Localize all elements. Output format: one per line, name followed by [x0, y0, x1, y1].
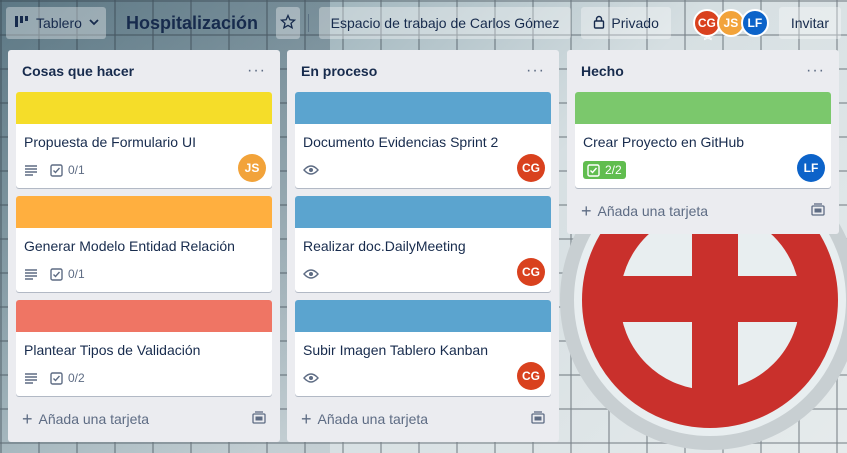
card-title: Crear Proyecto en GitHub [583, 134, 745, 150]
visibility-button[interactable]: Privado [581, 7, 671, 39]
card-title: Plantear Tipos de Validación [24, 342, 201, 358]
list-cosas-que-hacer: Cosas que hacer ··· Propuesta de Formula… [8, 50, 280, 442]
checklist-badge: 0/1 [50, 163, 85, 177]
checkbox-icon [50, 163, 63, 177]
card-title: Subir Imagen Tablero Kanban [303, 342, 488, 358]
list-menu-icon[interactable]: ··· [806, 62, 825, 80]
checkbox-icon [587, 163, 600, 177]
description-icon [24, 268, 38, 280]
star-button[interactable] [276, 7, 300, 39]
card-crear-proyecto[interactable]: Crear Proyecto en GitHub 2/2 LF [575, 92, 831, 188]
card-plantear-tipos[interactable]: Plantear Tipos de Validación 0/2 [16, 300, 272, 396]
card-cover [16, 300, 272, 332]
list-menu-icon[interactable]: ··· [247, 62, 266, 80]
board-view-switcher[interactable]: Tablero [6, 7, 106, 39]
chevron-down-icon [88, 15, 100, 31]
checklist-complete-badge: 2/2 [583, 161, 626, 179]
eye-icon [303, 268, 319, 280]
card-propuesta-formulario[interactable]: Propuesta de Formulario UI 0/1 JS [16, 92, 272, 188]
add-card-button[interactable]: + Añada una tarjeta [575, 196, 831, 226]
list-title[interactable]: Hecho [581, 63, 624, 79]
visibility-label: Privado [611, 15, 659, 31]
list-menu-icon[interactable]: ··· [526, 62, 545, 80]
card-member-avatar[interactable]: LF [797, 154, 825, 182]
lock-icon [593, 15, 605, 32]
template-card-icon[interactable] [252, 411, 266, 427]
checklist-badge: 0/2 [50, 371, 85, 385]
card-title: Documento Evidencias Sprint 2 [303, 134, 499, 150]
plus-icon: + [581, 201, 592, 221]
board-icon [14, 15, 30, 32]
checklist-badge: 0/1 [50, 267, 85, 281]
list-hecho: Hecho ··· Crear Proyecto en GitHub 2/2 L… [567, 50, 839, 234]
admin-chevron-icon: ︽ [703, 32, 712, 41]
board-header: Tablero Hospitalización Espacio de traba… [0, 0, 847, 46]
card-subir-imagen[interactable]: Subir Imagen Tablero Kanban CG [295, 300, 551, 396]
card-cover [295, 196, 551, 228]
card-member-avatar[interactable]: CG [517, 154, 545, 182]
card-member-avatar[interactable]: CG [517, 362, 545, 390]
description-icon [24, 372, 38, 384]
board-view-label: Tablero [36, 15, 82, 31]
card-title: Realizar doc.DailyMeeting [303, 238, 466, 254]
plus-icon: + [301, 409, 312, 429]
card-cover [295, 300, 551, 332]
invite-button[interactable]: Invitar [778, 7, 841, 39]
plus-icon: + [22, 409, 33, 429]
card-title: Generar Modelo Entidad Relación [24, 238, 235, 254]
star-icon [279, 13, 297, 33]
board-title[interactable]: Hospitalización [116, 13, 268, 34]
card-cover [16, 92, 272, 124]
template-card-icon[interactable] [811, 203, 825, 219]
checkbox-icon [50, 267, 63, 281]
workspace-button[interactable]: Espacio de trabajo de Carlos Gómez [318, 7, 572, 39]
member-avatar-lf[interactable]: LF [740, 9, 769, 37]
checkbox-icon [50, 371, 63, 385]
card-generar-modelo[interactable]: Generar Modelo Entidad Relación 0/1 [16, 196, 272, 292]
add-card-button[interactable]: + Añada una tarjeta [295, 404, 551, 434]
eye-icon [303, 372, 319, 384]
eye-icon [303, 164, 319, 176]
card-member-avatar[interactable]: CG [517, 258, 545, 286]
card-member-avatar[interactable]: JS [238, 154, 266, 182]
card-cover [16, 196, 272, 228]
card-documento-evidencias[interactable]: Documento Evidencias Sprint 2 CG [295, 92, 551, 188]
header-divider [307, 14, 309, 32]
board-members: CG ︽ JS LF [692, 9, 769, 41]
card-realizar-doc[interactable]: Realizar doc.DailyMeeting CG [295, 196, 551, 292]
card-cover [295, 92, 551, 124]
list-title[interactable]: Cosas que hacer [22, 63, 134, 79]
add-card-button[interactable]: + Añada una tarjeta [16, 404, 272, 434]
card-title: Propuesta de Formulario UI [24, 134, 196, 150]
list-title[interactable]: En proceso [301, 63, 377, 79]
template-card-icon[interactable] [531, 411, 545, 427]
list-en-proceso: En proceso ··· Documento Evidencias Spri… [287, 50, 559, 442]
card-cover [575, 92, 831, 124]
description-icon [24, 164, 38, 176]
